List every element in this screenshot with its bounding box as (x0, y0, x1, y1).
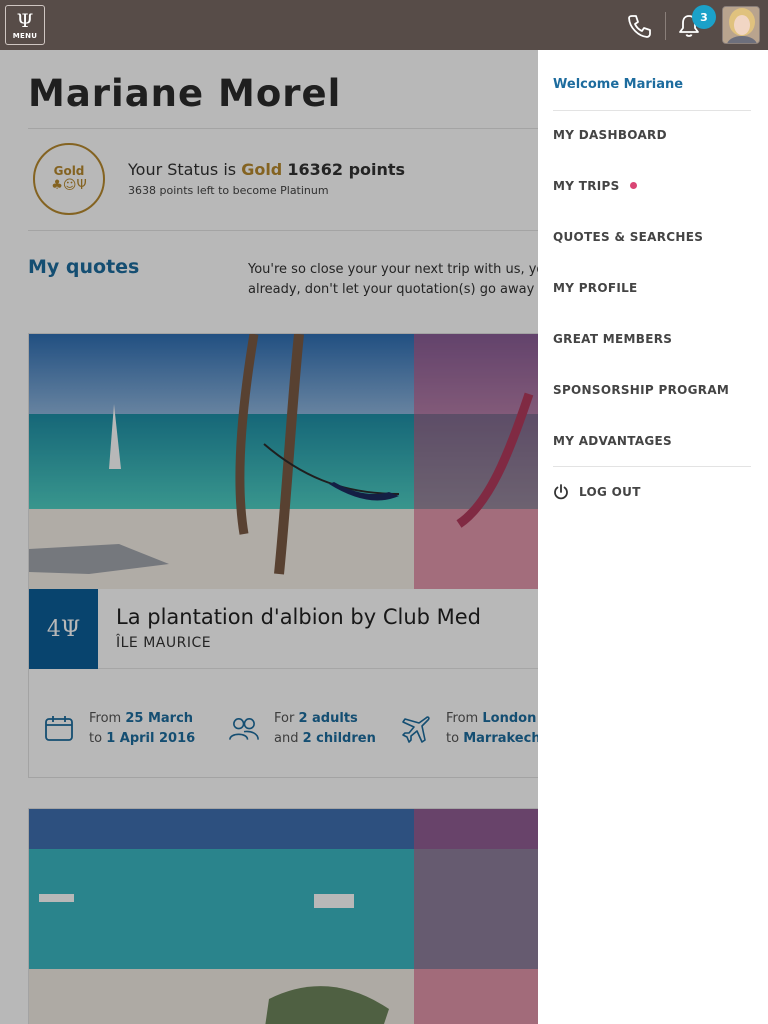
divider (553, 110, 751, 111)
logout-button[interactable]: LOG OUT (553, 484, 641, 500)
menu-item-sponsorship-program[interactable]: SPONSORSHIP PROGRAM (553, 383, 729, 397)
menu-item-my-profile[interactable]: MY PROFILE (553, 281, 638, 295)
menu-button[interactable]: Ψ MENU (5, 5, 45, 45)
avatar[interactable] (722, 6, 760, 44)
menu-label: MENU (12, 31, 38, 40)
divider (553, 466, 751, 467)
new-indicator-dot (629, 182, 637, 189)
menu-item-my-trips[interactable]: MY TRIPS (553, 179, 637, 193)
logout-label: LOG OUT (579, 485, 641, 499)
menu-item-my-advantages[interactable]: MY ADVANTAGES (553, 434, 672, 448)
menu-item-my-dashboard[interactable]: MY DASHBOARD (553, 128, 667, 142)
notification-badge[interactable]: 3 (692, 5, 716, 29)
menu-item-great-members[interactable]: GREAT MEMBERS (553, 332, 672, 346)
club-med-trident-icon: Ψ (16, 9, 34, 32)
topbar-divider (665, 12, 666, 40)
menu-item-quotes-searches[interactable]: QUOTES & SEARCHES (553, 230, 703, 244)
side-menu: Welcome Mariane MY DASHBOARD MY TRIPS QU… (538, 50, 768, 1024)
top-bar: Ψ MENU 3 (0, 0, 768, 50)
phone-icon[interactable] (626, 13, 652, 39)
menu-item-label: MY TRIPS (553, 179, 620, 193)
welcome-text: Welcome Mariane (553, 77, 684, 92)
power-icon (554, 484, 568, 500)
